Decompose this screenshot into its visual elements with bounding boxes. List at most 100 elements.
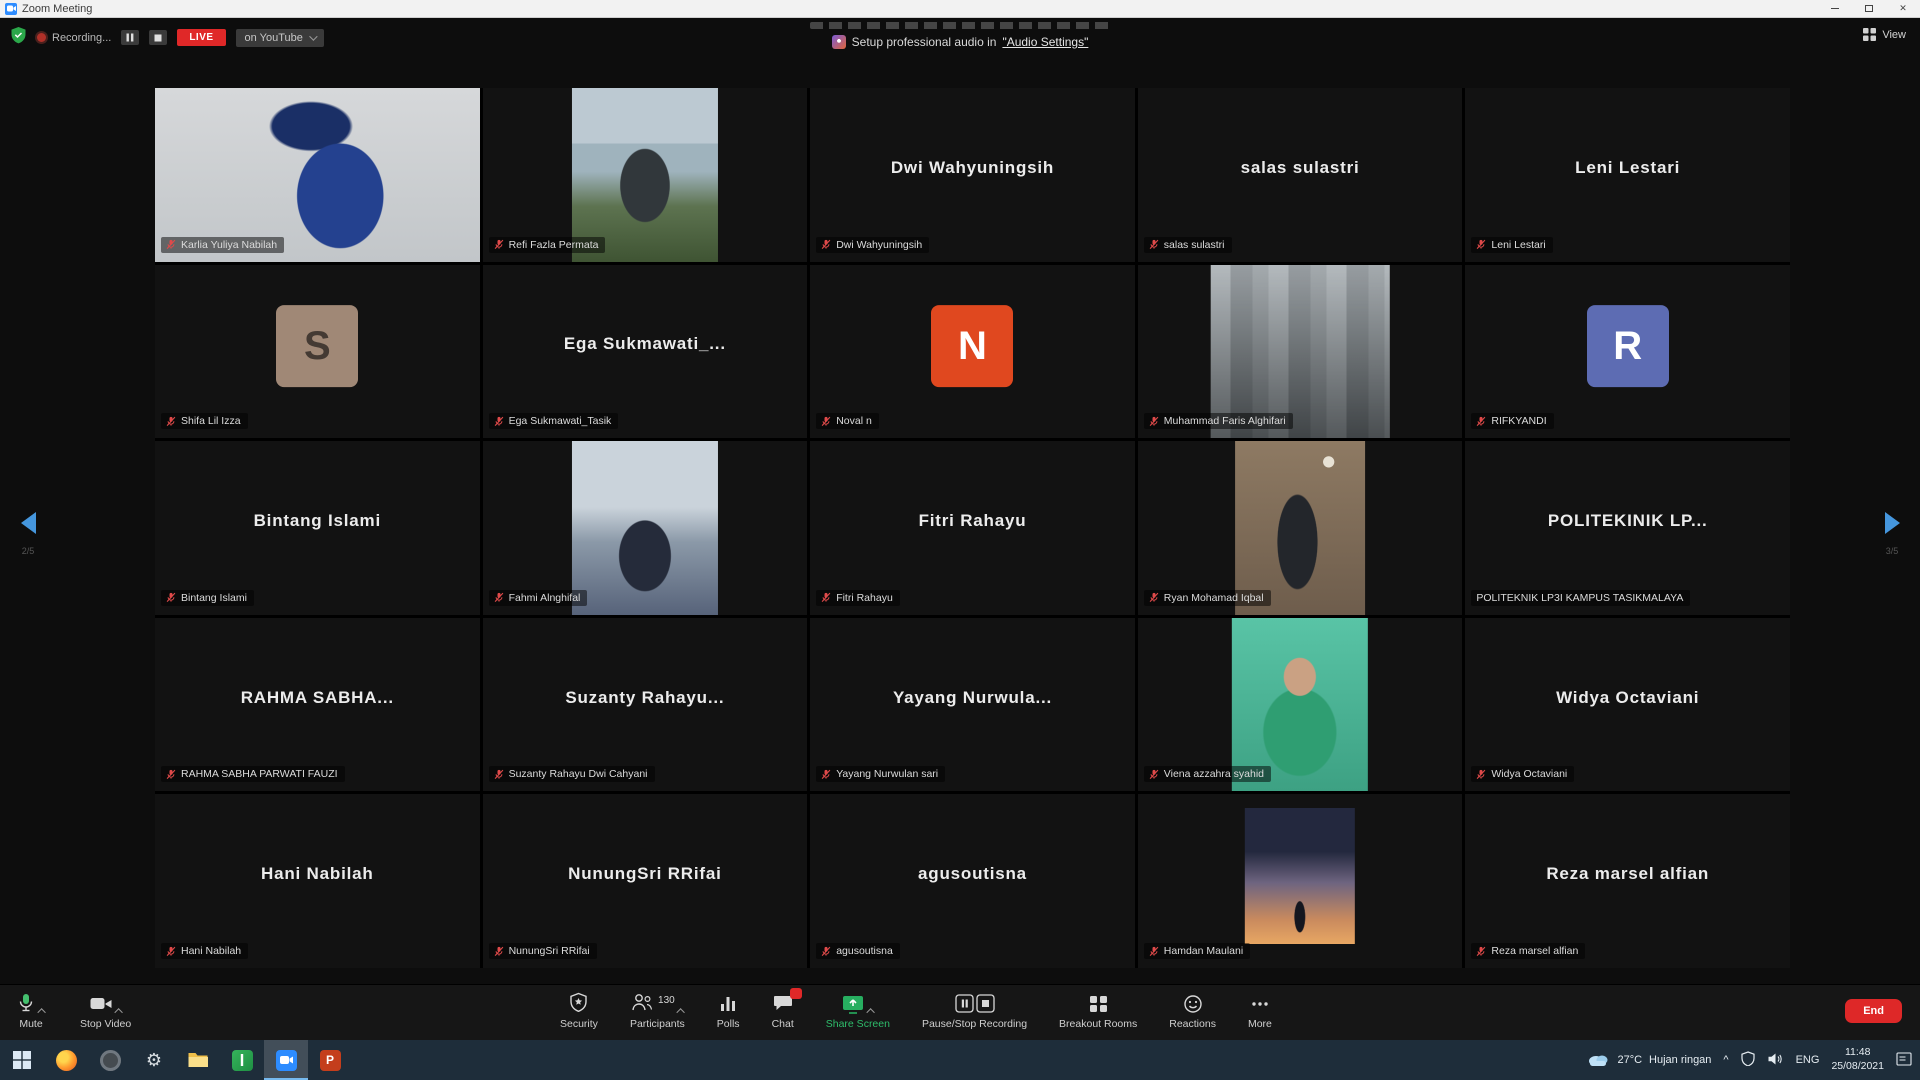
security-button[interactable]: Security [560, 992, 598, 1030]
muted-mic-icon [821, 416, 831, 427]
view-button[interactable]: View [1863, 28, 1906, 41]
recording-label: Recording... [52, 32, 111, 44]
participant-tile[interactable]: Suzanty Rahayu... Suzanty Rahayu Dwi Cah… [483, 618, 808, 792]
participant-tile[interactable]: Hamdan Maulani [1138, 794, 1463, 968]
participant-tile[interactable]: Viena azzahra syahid [1138, 618, 1463, 792]
participant-tile[interactable]: Yayang Nurwula... Yayang Nurwulan sari [810, 618, 1135, 792]
muted-mic-icon [166, 946, 176, 957]
muted-mic-icon [1476, 946, 1486, 957]
share-screen-label: Share Screen [826, 1018, 890, 1030]
windows-security-icon[interactable] [1741, 1051, 1755, 1069]
participant-display-name: salas sulastri [1138, 88, 1463, 262]
app-icon-green[interactable] [220, 1040, 264, 1080]
video-placeholder [1245, 808, 1355, 943]
participant-tile[interactable]: POLITEKINIK LP... POLITEKNIK LP3I KAMPUS… [1465, 441, 1790, 615]
language-indicator[interactable]: ENG [1796, 1054, 1820, 1066]
action-center-icon[interactable] [1896, 1052, 1912, 1069]
meeting-info-button[interactable] [10, 26, 27, 49]
participants-button[interactable]: 130 Participants [630, 992, 685, 1030]
participant-tile[interactable]: Muhammad Faris Alghifari [1138, 265, 1463, 439]
participant-tile[interactable]: agusoutisna agusoutisna [810, 794, 1135, 968]
stop-video-button[interactable]: Stop Video [80, 992, 131, 1030]
participant-tile[interactable]: Ega Sukmawati_... Ega Sukmawati_Tasik [483, 265, 808, 439]
avatar: S [276, 305, 358, 387]
participant-tile[interactable]: Reza marsel alfian Reza marsel alfian [1465, 794, 1790, 968]
close-button[interactable]: ✕ [1886, 0, 1920, 17]
participant-tile[interactable]: Leni Lestari Leni Lestari [1465, 88, 1790, 262]
more-ellipsis-icon [1250, 994, 1270, 1014]
muted-mic-icon [494, 946, 504, 957]
live-target-button[interactable]: on YouTube [236, 29, 324, 47]
video-placeholder [1232, 618, 1368, 792]
participant-display-name: Ega Sukmawati_... [483, 265, 808, 439]
window-titlebar: Zoom Meeting ✕ [0, 0, 1920, 18]
more-button[interactable]: More [1248, 992, 1272, 1030]
participant-tile[interactable]: salas sulastri salas sulastri [1138, 88, 1463, 262]
reactions-button[interactable]: Reactions [1169, 992, 1216, 1030]
breakout-rooms-label: Breakout Rooms [1059, 1018, 1137, 1030]
participant-display-name: NunungSri RRifai [483, 794, 808, 968]
end-meeting-button[interactable]: End [1845, 999, 1902, 1023]
live-badge: LIVE [177, 29, 225, 46]
participant-tile[interactable]: Karlia Yuliya Nabilah [155, 88, 480, 262]
clock-time: 11:48 [1831, 1046, 1884, 1060]
participant-tile[interactable]: RAHMA SABHA... RAHMA SABHA PARWATI FAUZI [155, 618, 480, 792]
participant-tile[interactable]: S Shifa Lil Izza [155, 265, 480, 439]
participant-tile[interactable]: Dwi Wahyuningsih Dwi Wahyuningsih [810, 88, 1135, 262]
app-icon-circle[interactable] [88, 1040, 132, 1080]
pause-stop-recording-button[interactable]: Pause/Stop Recording [922, 992, 1027, 1030]
mute-button[interactable]: Mute [16, 992, 46, 1030]
participant-name-label: Leni Lestari [1471, 237, 1552, 253]
share-screen-button[interactable]: Share Screen [826, 992, 890, 1030]
audio-settings-banner: Setup professional audio in "Audio Setti… [832, 35, 1089, 49]
participant-tile[interactable]: Bintang Islami Bintang Islami [155, 441, 480, 615]
participant-tile[interactable]: Fahmi Alnghifal [483, 441, 808, 615]
security-label: Security [560, 1018, 598, 1030]
chevron-down-icon [309, 32, 317, 40]
browser-firefox-icon[interactable] [44, 1040, 88, 1080]
participant-name: Reza marsel alfian [1491, 945, 1578, 957]
participant-name: RAHMA SABHA PARWATI FAUZI [181, 768, 338, 780]
tray-chevron-icon[interactable]: ^ [1723, 1054, 1728, 1066]
chat-button[interactable]: Chat [772, 992, 794, 1030]
muted-mic-icon [494, 592, 504, 603]
volume-icon[interactable] [1767, 1052, 1784, 1069]
participant-tile[interactable]: NunungSri RRifai NunungSri RRifai [483, 794, 808, 968]
participant-tile[interactable]: Refi Fazla Permata [483, 88, 808, 262]
participant-name: Leni Lestari [1491, 239, 1545, 251]
file-explorer-icon[interactable] [176, 1040, 220, 1080]
page-indicator-right: 3/5 [1872, 546, 1912, 556]
powerpoint-icon[interactable]: P [308, 1040, 352, 1080]
clock[interactable]: 11:48 25/08/2021 [1831, 1046, 1884, 1073]
participant-tile[interactable]: N Noval n [810, 265, 1135, 439]
start-button[interactable] [0, 1040, 44, 1080]
maximize-button[interactable] [1852, 0, 1886, 17]
recording-dot-icon [37, 33, 46, 42]
participant-tile[interactable]: R RIFKYANDI [1465, 265, 1790, 439]
participant-name-label: RAHMA SABHA PARWATI FAUZI [161, 766, 345, 782]
weather-widget[interactable]: 27°C Hujan ringan [1586, 1052, 1711, 1068]
participant-tile[interactable]: Widya Octaviani Widya Octaviani [1465, 618, 1790, 792]
participant-name: Noval n [836, 415, 872, 427]
muted-mic-icon [1476, 416, 1486, 427]
windows-logo-icon [13, 1051, 31, 1069]
zoom-taskbar-icon[interactable] [264, 1040, 308, 1080]
previous-page-arrow[interactable] [21, 512, 36, 534]
polls-button[interactable]: Polls [717, 992, 740, 1030]
breakout-rooms-button[interactable]: Breakout Rooms [1059, 992, 1137, 1030]
zoom-window: Zoom Meeting ✕ Recording... [0, 0, 1920, 1080]
recording-indicator: Recording... [37, 32, 111, 44]
stop-recording-button[interactable] [149, 30, 167, 45]
participant-tile[interactable]: Hani Nabilah Hani Nabilah [155, 794, 480, 968]
participant-name-label: Viena azzahra syahid [1144, 766, 1271, 782]
next-page-arrow[interactable] [1885, 512, 1900, 534]
audio-settings-link[interactable]: "Audio Settings" [1002, 35, 1088, 49]
participant-name-label: Widya Octaviani [1471, 766, 1574, 782]
participant-tile[interactable]: Ryan Mohamad Iqbal [1138, 441, 1463, 615]
participant-tile[interactable]: Fitri Rahayu Fitri Rahayu [810, 441, 1135, 615]
minimize-button[interactable] [1818, 0, 1852, 17]
video-placeholder [1235, 441, 1365, 615]
settings-gear-icon[interactable]: ⚙ [132, 1040, 176, 1080]
pause-recording-button[interactable] [121, 30, 139, 45]
participant-name-label: Noval n [816, 413, 879, 429]
